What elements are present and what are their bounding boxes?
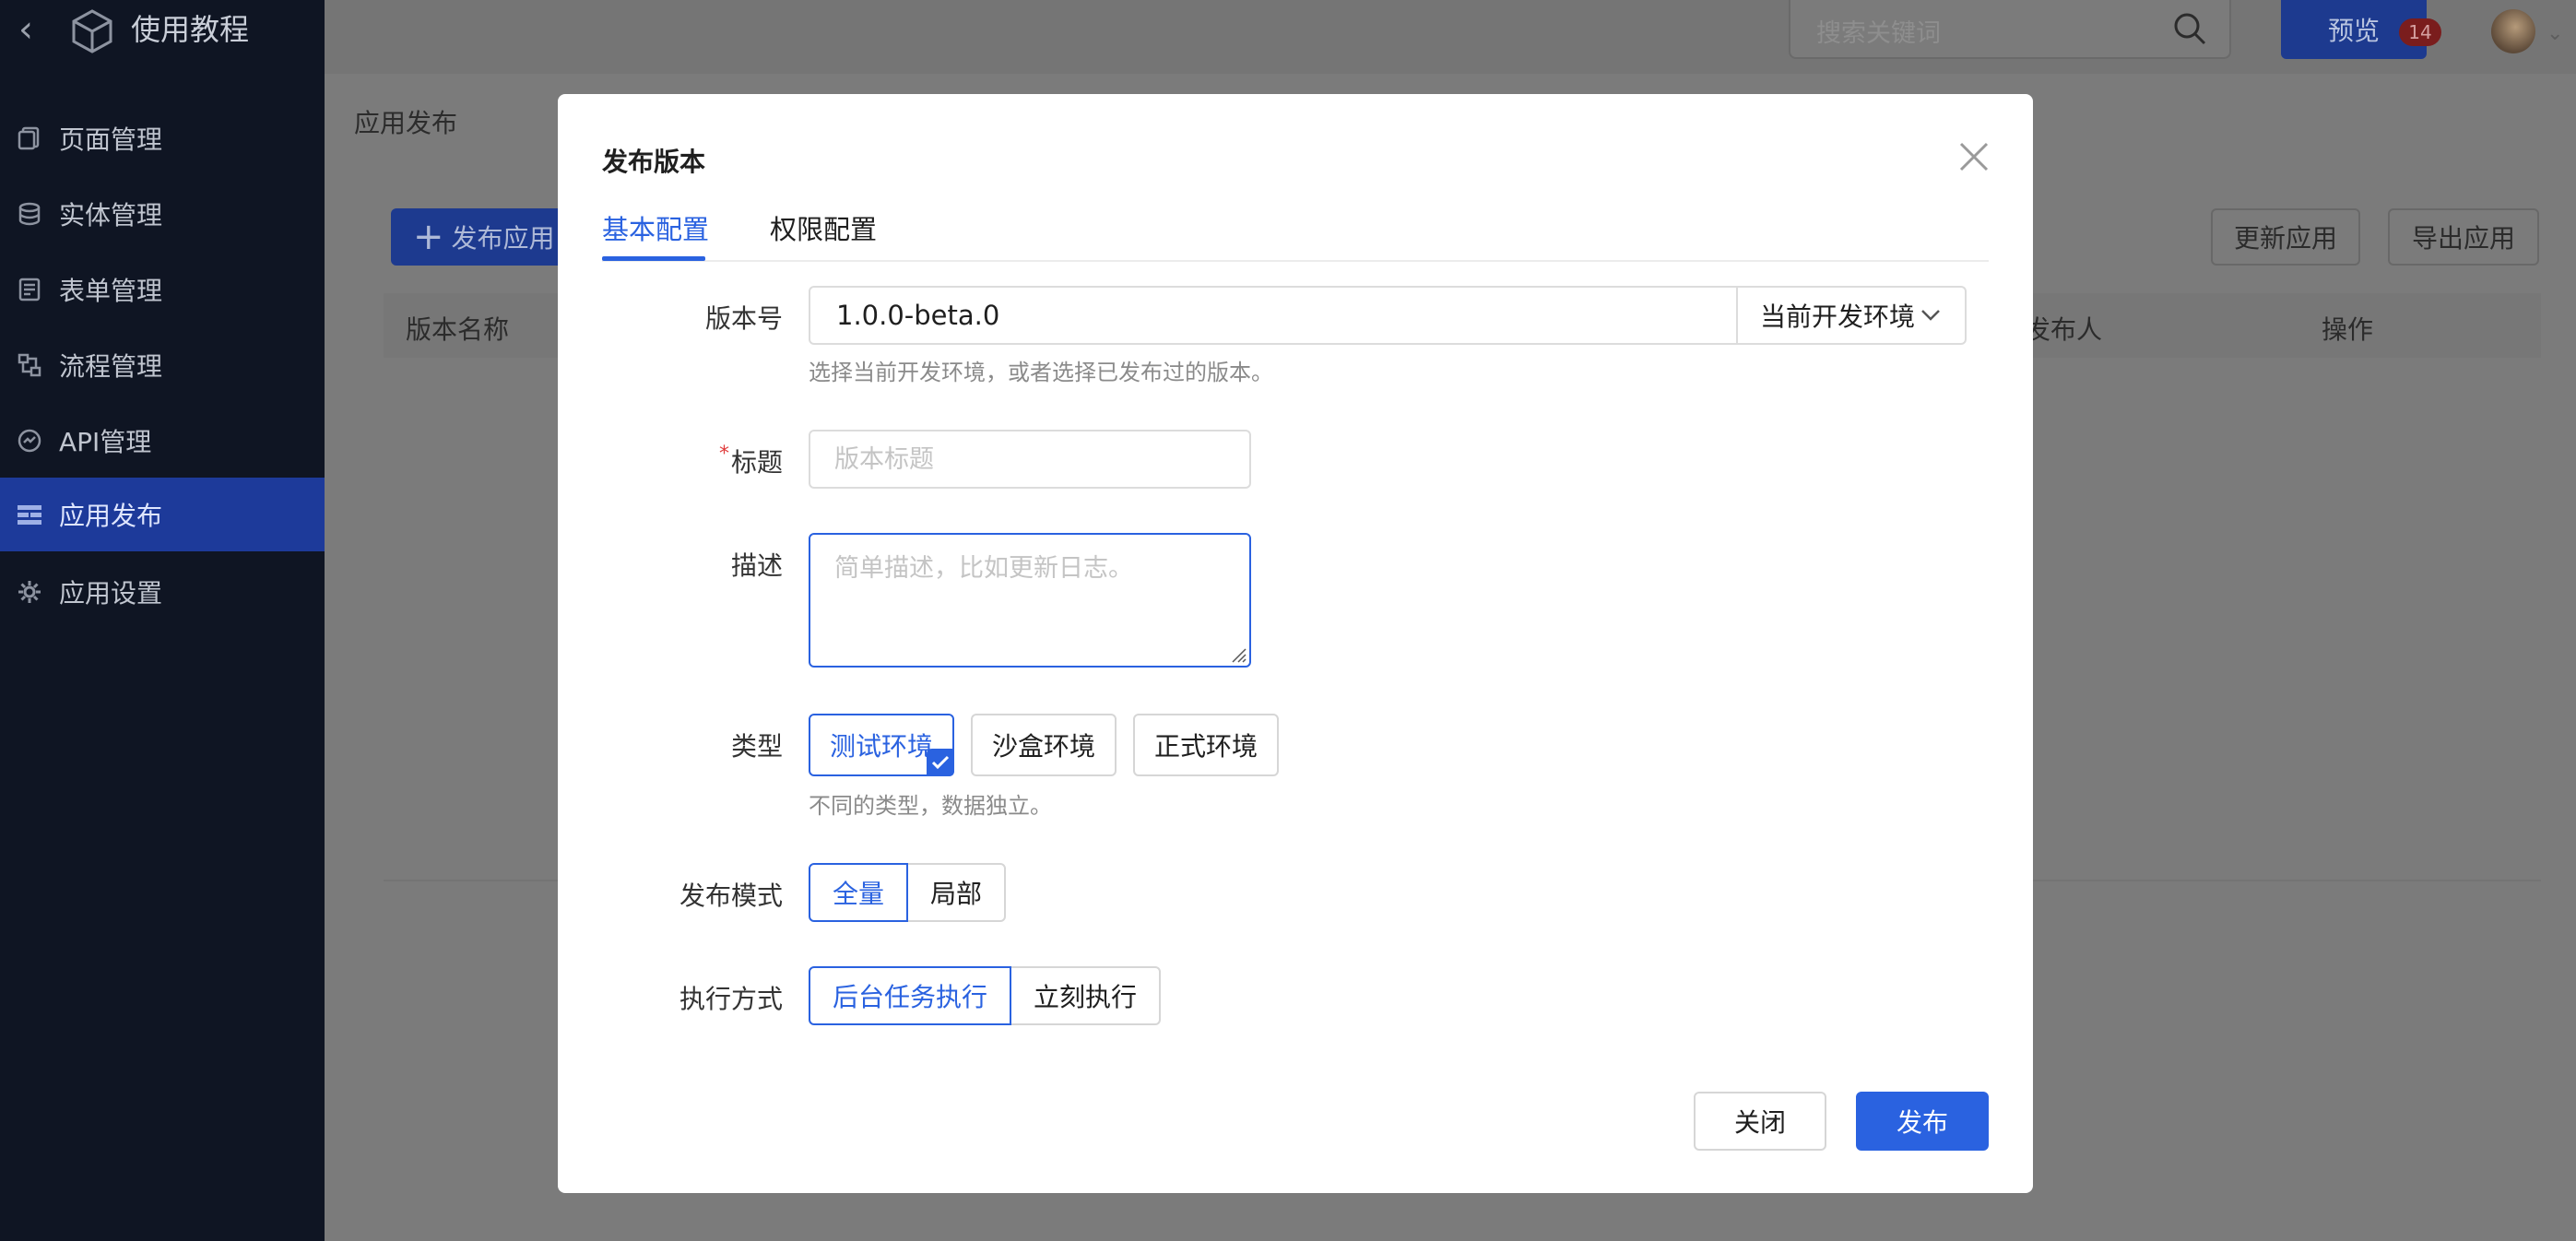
title-label: *标题 — [718, 443, 783, 478]
sidebar-item-label: 应用发布 — [59, 501, 163, 531]
execution-option-immediate[interactable]: 立刻执行 — [1010, 966, 1161, 1025]
type-label: 类型 — [730, 731, 783, 762]
sidebar-item-pages[interactable]: 页面管理 — [0, 101, 325, 175]
export-app-button[interactable]: 导出应用 — [2388, 208, 2539, 266]
publish-mode-label: 发布模式 — [679, 881, 783, 911]
api-icon — [17, 428, 42, 454]
sidebar-item-label: 页面管理 — [59, 124, 163, 155]
avatar[interactable] — [2491, 9, 2535, 53]
cube-icon — [72, 9, 112, 53]
publish-version-dialog: 发布版本 基本配置 权限配置 版本号 当前开发环境 选择当前开发环境，或者选择已… — [558, 94, 2033, 1193]
tab-basic-config[interactable]: 基本配置 — [602, 208, 709, 247]
app-title: 使用教程 — [131, 12, 250, 47]
sidebar-item-publish[interactable]: 应用发布 — [0, 478, 325, 551]
search-box[interactable]: 搜索关键词 — [1789, 0, 2231, 59]
sidebar-item-flows[interactable]: 流程管理 — [0, 328, 325, 402]
tab-permission-config[interactable]: 权限配置 — [770, 208, 877, 247]
sidebar-item-forms[interactable]: 表单管理 — [0, 253, 325, 326]
chevron-down-icon[interactable]: ⌄ — [2546, 22, 2563, 45]
page-title: 应用发布 — [354, 108, 458, 138]
type-option-sandbox[interactable]: 沙盒环境 — [971, 714, 1117, 776]
mode-option-partial[interactable]: 局部 — [906, 863, 1006, 922]
search-placeholder: 搜索关键词 — [1816, 19, 1941, 48]
required-mark: * — [718, 443, 729, 466]
publish-icon — [17, 502, 42, 527]
type-option-production[interactable]: 正式环境 — [1133, 714, 1279, 776]
flow-icon — [17, 352, 42, 378]
publish-app-button[interactable]: + 发布应用 — [391, 208, 575, 266]
column-header-actions: 操作 — [2322, 314, 2374, 345]
version-hint: 选择当前开发环境，或者选择已发布过的版本。 — [809, 360, 1273, 385]
sidebar: ‹ 使用教程 页面管理 实体管理 表单管理 流程管理 API管理 应用发布 应用… — [0, 0, 325, 1241]
sidebar-item-label: API管理 — [59, 427, 152, 457]
active-tab-indicator — [602, 256, 705, 261]
gear-icon — [17, 579, 42, 605]
execution-option-background[interactable]: 后台任务执行 — [809, 966, 1011, 1025]
chevron-left-icon[interactable]: ‹ — [18, 11, 33, 48]
database-icon — [17, 201, 42, 227]
type-option-label: 测试环境 — [829, 731, 933, 762]
sidebar-item-label: 流程管理 — [59, 351, 163, 382]
notification-badge[interactable]: 14 — [2399, 18, 2441, 46]
type-hint: 不同的类型，数据独立。 — [809, 793, 1052, 819]
description-textarea[interactable] — [809, 533, 1251, 668]
sidebar-header: ‹ 使用教程 — [0, 0, 325, 59]
description-label: 描述 — [730, 550, 783, 581]
resize-grip-icon[interactable] — [1229, 645, 1247, 664]
version-field-group: 当前开发环境 — [809, 286, 1967, 345]
version-source-select[interactable]: 当前开发环境 — [1736, 288, 1967, 343]
publish-mode-segmented: 全量 局部 — [809, 863, 1006, 922]
sidebar-item-label: 表单管理 — [59, 276, 163, 306]
plus-icon: + — [413, 216, 444, 258]
execution-label: 执行方式 — [679, 984, 783, 1014]
sidebar-item-settings[interactable]: 应用设置 — [0, 555, 325, 629]
execution-segmented: 后台任务执行 立刻执行 — [809, 966, 1161, 1025]
column-header-publisher: 发布人 — [2025, 314, 2103, 345]
sidebar-item-label: 应用设置 — [59, 578, 163, 609]
type-option-test[interactable]: 测试环境 — [809, 714, 954, 776]
mode-option-full[interactable]: 全量 — [809, 863, 908, 922]
close-icon[interactable] — [1957, 140, 1991, 173]
sidebar-item-label: 实体管理 — [59, 200, 163, 230]
publish-app-label: 发布应用 — [451, 223, 555, 254]
version-source-value: 当前开发环境 — [1760, 301, 1916, 332]
version-input[interactable] — [810, 288, 1736, 343]
chevron-down-icon — [1921, 310, 1940, 321]
column-header-version-name: 版本名称 — [406, 314, 510, 345]
dialog-title: 发布版本 — [602, 147, 706, 177]
close-button[interactable]: 关闭 — [1694, 1092, 1826, 1151]
title-input[interactable] — [809, 430, 1251, 489]
check-icon — [927, 749, 954, 776]
version-label: 版本号 — [704, 303, 783, 334]
sidebar-item-api[interactable]: API管理 — [0, 404, 325, 478]
search-icon[interactable] — [2172, 11, 2207, 46]
sidebar-item-entities[interactable]: 实体管理 — [0, 177, 325, 251]
tabs-divider — [602, 260, 1989, 262]
form-icon — [17, 277, 42, 302]
update-app-button[interactable]: 更新应用 — [2211, 208, 2360, 266]
page-icon — [17, 125, 42, 151]
topbar — [325, 0, 2576, 74]
publish-button[interactable]: 发布 — [1856, 1092, 1989, 1151]
